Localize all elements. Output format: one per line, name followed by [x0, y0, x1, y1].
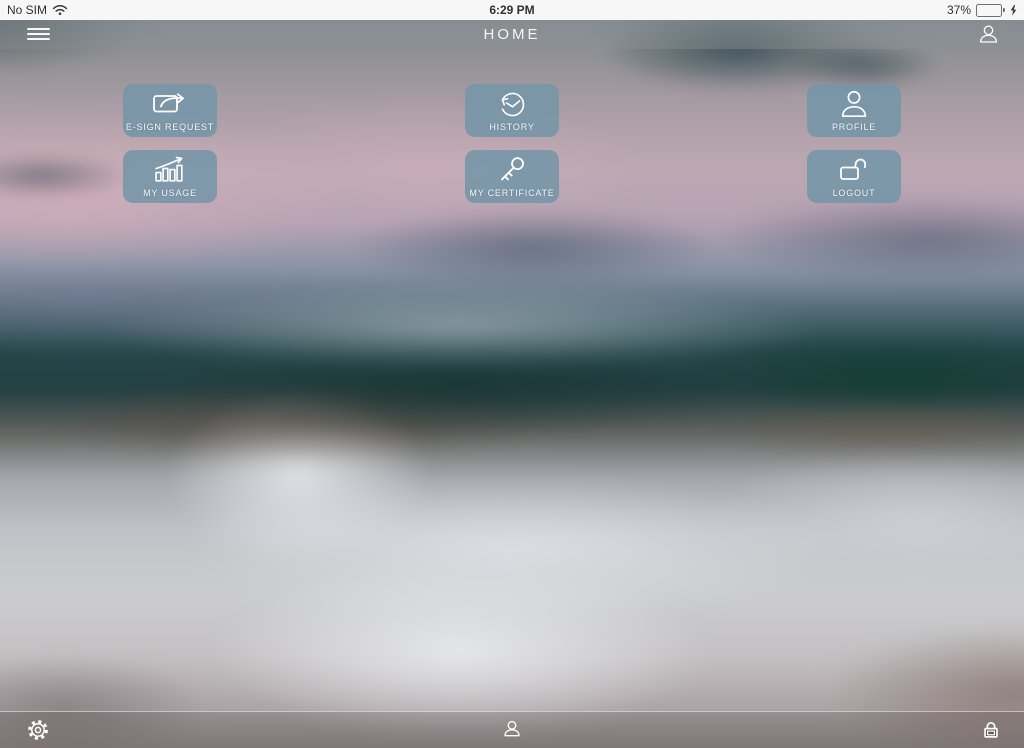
unlock-icon [807, 154, 901, 184]
tile-label: HISTORY [489, 122, 535, 132]
history-icon [465, 88, 559, 121]
nav-bar: HOME [0, 20, 1024, 49]
tile-label: MY USAGE [143, 188, 197, 198]
person-icon[interactable] [975, 21, 1002, 48]
lock-icon[interactable] [980, 719, 1002, 741]
tile-label: PROFILE [831, 122, 877, 132]
e-sign-request-icon [123, 88, 217, 117]
key-icon [465, 154, 559, 187]
tile-label: E-SIGN REQUEST [125, 122, 215, 132]
app-screen: No SIM 6:29 PM 37% HOME E-SIGN REQUEST H… [0, 0, 1024, 748]
tile-history[interactable]: HISTORY [465, 84, 559, 137]
bottom-toolbar [0, 711, 1024, 748]
tile-my-certificate[interactable]: MY CERTIFICATE [465, 150, 559, 203]
page-title: HOME [483, 26, 541, 43]
clock-time: 6:29 PM [489, 3, 535, 17]
tile-profile[interactable]: PROFILE [807, 84, 901, 137]
tile-label: MY CERTIFICATE [469, 188, 555, 198]
tile-e-sign-request[interactable]: E-SIGN REQUEST [123, 84, 217, 137]
tile-my-usage[interactable]: MY USAGE [123, 150, 217, 203]
tile-label: LOGOUT [832, 188, 876, 198]
usage-chart-icon [123, 154, 217, 184]
status-bar: No SIM 6:29 PM 37% [0, 0, 1024, 20]
profile-icon [807, 88, 901, 119]
person-icon[interactable] [0, 717, 1024, 741]
tile-logout[interactable]: LOGOUT [807, 150, 901, 203]
